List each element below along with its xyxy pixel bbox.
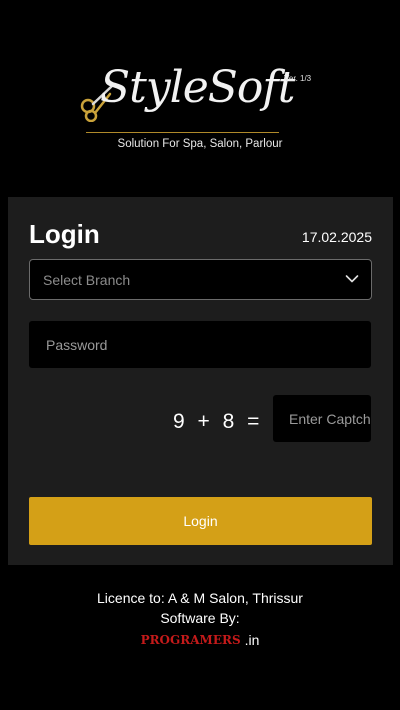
logo-tagline: Solution For Spa, Salon, Parlour xyxy=(117,138,283,150)
login-title: Login xyxy=(29,219,100,249)
captcha-question: 9 + 8 = xyxy=(173,410,262,433)
login-screen: StyleSoft Ver. 1/3 Solution For Spa, Sal… xyxy=(0,0,400,710)
app-logo: StyleSoft Ver. 1/3 Solution For Spa, Sal… xyxy=(0,60,400,160)
vendor-domain: .in xyxy=(244,632,260,648)
current-date: 17.02.2025 xyxy=(301,229,372,245)
login-button[interactable]: Login xyxy=(29,497,372,545)
logo-wordmark: StyleSoft xyxy=(100,62,295,113)
chevron-down-icon xyxy=(345,275,359,283)
captcha-input[interactable] xyxy=(273,395,371,442)
logo-divider xyxy=(86,132,279,133)
licence-text: Licence to: A & M Salon, Thrissur xyxy=(97,590,303,606)
vendor-logo: PROGRAMERS xyxy=(140,633,241,647)
vendor-link[interactable]: PROGRAMERS .in xyxy=(0,630,400,650)
password-field[interactable] xyxy=(29,321,371,368)
branch-select-value: Select Branch xyxy=(43,272,131,288)
version-label: Ver. 1/3 xyxy=(284,74,312,83)
login-card: Login 17.02.2025 Select Branch 9 + 8 = L… xyxy=(8,197,393,565)
footer: Licence to: A & M Salon, Thrissur Softwa… xyxy=(0,588,400,650)
branch-select[interactable]: Select Branch xyxy=(29,259,372,300)
software-by-label: Software By: xyxy=(160,610,240,626)
